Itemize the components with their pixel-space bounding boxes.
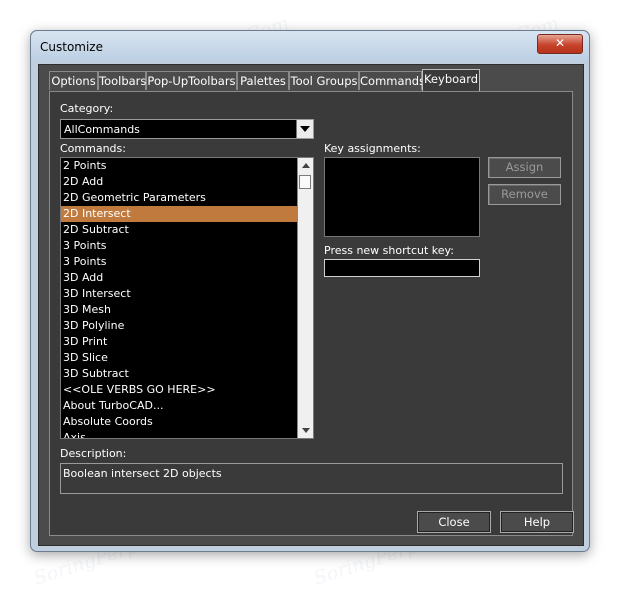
shortcut-label: Press new shortcut key: <box>324 244 454 257</box>
key-assignments-label: Key assignments: <box>324 142 421 155</box>
remove-label: Remove <box>501 187 548 201</box>
commands-scrollbar[interactable] <box>297 158 313 438</box>
tab-label: Keyboard <box>423 72 479 86</box>
tab-palettes[interactable]: Palettes <box>237 71 289 90</box>
remove-button[interactable]: Remove <box>488 184 561 205</box>
command-item[interactable]: 3D Polyline <box>61 318 298 334</box>
customize-dialog: Customize ✕ Options Toolbars Pop-UpToolb… <box>30 30 590 552</box>
command-item[interactable]: 2D Intersect <box>61 206 298 222</box>
tab-label: Pop-UpToolbars <box>147 74 236 88</box>
command-item[interactable]: 3D Mesh <box>61 302 298 318</box>
scroll-thumb[interactable] <box>299 175 311 189</box>
tab-label: Options <box>51 74 96 88</box>
command-item[interactable]: 2 Points <box>61 158 298 174</box>
close-icon: ✕ <box>554 36 566 50</box>
tab-label: Commands <box>360 74 426 88</box>
tab-options[interactable]: Options <box>49 71 98 90</box>
tab-commands[interactable]: Commands <box>359 71 426 90</box>
key-assignments-list[interactable] <box>324 157 480 237</box>
category-label: Category: <box>60 102 114 115</box>
chevron-down-icon[interactable] <box>296 120 313 138</box>
title-bar[interactable]: Customize ✕ <box>31 31 589 61</box>
command-item[interactable]: 3 Points <box>61 238 298 254</box>
description-text: Boolean intersect 2D objects <box>63 467 222 480</box>
command-item[interactable]: 3 Points <box>61 254 298 270</box>
close-button[interactable]: Close <box>417 511 491 533</box>
tab-tool-groups[interactable]: Tool Groups <box>289 71 359 90</box>
tab-label: Palettes <box>240 74 286 88</box>
command-item[interactable]: 3D Print <box>61 334 298 350</box>
close-window-button[interactable]: ✕ <box>537 34 583 54</box>
command-item[interactable]: 2D Subtract <box>61 222 298 238</box>
command-item[interactable]: About TurboCAD... <box>61 398 298 414</box>
command-item[interactable]: 2D Add <box>61 174 298 190</box>
commands-label: Commands: <box>60 142 126 155</box>
tab-keyboard[interactable]: Keyboard <box>422 69 480 91</box>
category-value: AllCommands <box>64 123 140 136</box>
tab-popup-toolbars[interactable]: Pop-UpToolbars <box>146 71 237 90</box>
keyboard-panel: Category: AllCommands Commands: 2 Points… <box>49 91 573 536</box>
shortcut-key-input[interactable] <box>324 259 480 277</box>
window-title: Customize <box>40 40 103 54</box>
command-item[interactable]: 3D Add <box>61 270 298 286</box>
command-item[interactable]: Absolute Coords <box>61 414 298 430</box>
close-label: Close <box>438 515 470 529</box>
tab-toolbars[interactable]: Toolbars <box>98 71 146 90</box>
command-item[interactable]: Axis <box>61 430 298 438</box>
command-item[interactable]: 3D Slice <box>61 350 298 366</box>
command-item[interactable]: 3D Subtract <box>61 366 298 382</box>
assign-button[interactable]: Assign <box>488 157 561 178</box>
description-label: Description: <box>60 447 127 460</box>
commands-list-items: 2 Points 2D Add 2D Geometric Parameters 2D… <box>61 158 298 438</box>
dialog-client: Options Toolbars Pop-UpToolbars Palettes… <box>38 64 584 546</box>
category-select[interactable]: AllCommands <box>60 119 314 139</box>
command-item[interactable]: 2D Geometric Parameters <box>61 190 298 206</box>
commands-list[interactable]: 2 Points 2D Add 2D Geometric Parameters 2D… <box>60 157 314 439</box>
assign-label: Assign <box>505 160 544 174</box>
scroll-down-icon[interactable] <box>298 423 313 438</box>
description-box: Boolean intersect 2D objects <box>60 463 563 494</box>
tab-label: Tool Groups <box>290 74 358 88</box>
help-button[interactable]: Help <box>500 511 574 533</box>
command-item[interactable]: 3D Intersect <box>61 286 298 302</box>
help-label: Help <box>523 515 551 529</box>
scroll-up-icon[interactable] <box>298 158 313 173</box>
command-item[interactable]: <<OLE VERBS GO HERE>> <box>61 382 298 398</box>
tab-label: Toolbars <box>99 74 147 88</box>
